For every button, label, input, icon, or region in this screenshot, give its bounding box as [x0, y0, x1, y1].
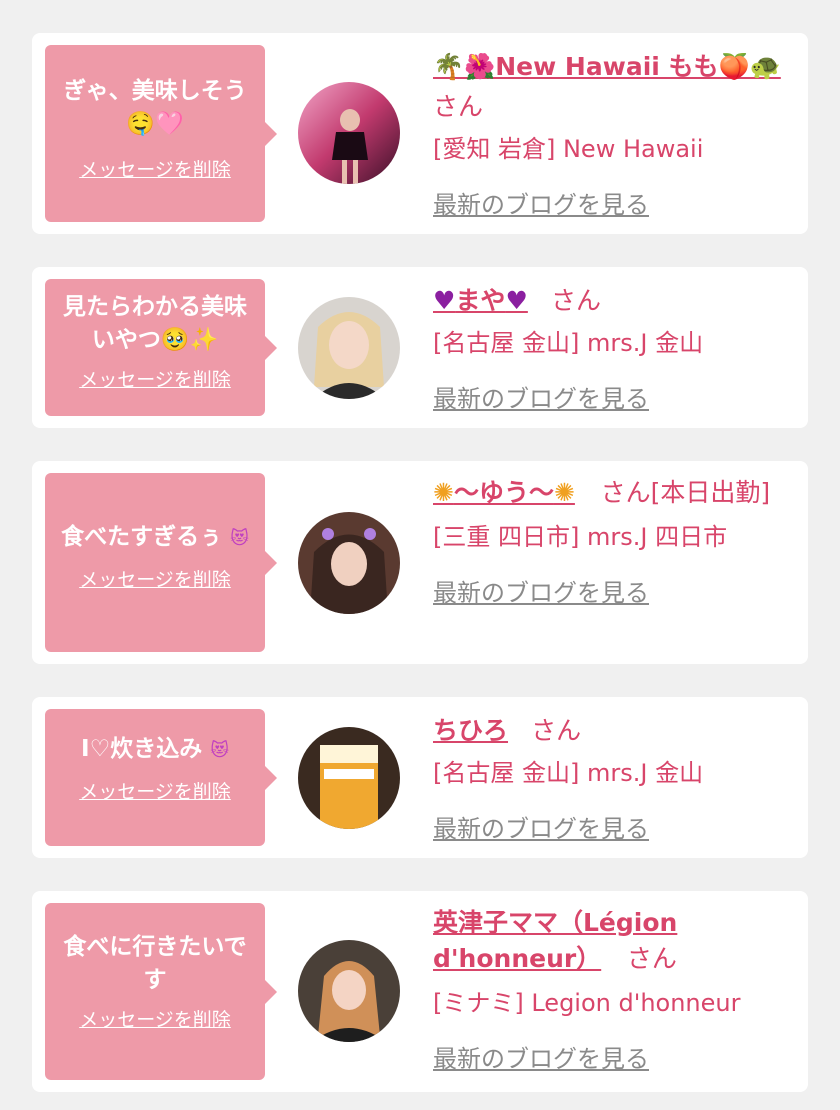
- shop-location: [三重 四日市] mrs.J 四日市: [433, 523, 728, 551]
- message-text: ぎゃ、美味しそう🤤🩷: [63, 78, 247, 137]
- honorific: さん: [626, 944, 677, 973]
- delete-message-button[interactable]: メッセージを削除: [79, 777, 231, 804]
- message-card: 食べたすぎるぅ 😻 メッセージを削除 ✺〜ゆう〜✺ さん[本日出勤] [三重 四…: [32, 461, 808, 664]
- message-bubble: ぎゃ、美味しそう🤤🩷 メッセージを削除: [45, 45, 277, 222]
- sunflower-icon: ✺: [553, 478, 575, 507]
- delete-message-button[interactable]: メッセージを削除: [79, 155, 231, 182]
- user-info: 英津子ママ（Légion d'honneur） さん [ミナミ] Legion …: [433, 905, 793, 1074]
- avatar[interactable]: [298, 940, 400, 1042]
- heart-eyes-icon: 😻: [210, 740, 229, 761]
- message-text: 食べに行きたいです: [63, 934, 247, 993]
- avatar[interactable]: [298, 297, 400, 399]
- message-text: 食べたすぎるぅ 😻: [61, 524, 249, 550]
- latest-blog-link[interactable]: 最新のブログを見る: [433, 1039, 649, 1074]
- avatar-photo-icon: [298, 940, 400, 1042]
- honorific: さん: [433, 92, 484, 121]
- delete-message-button[interactable]: メッセージを削除: [79, 365, 231, 392]
- shop-location: [名古屋 金山] mrs.J 金山: [433, 759, 704, 787]
- user-name-link[interactable]: ✺〜ゆう〜✺: [433, 478, 575, 507]
- user-name-link[interactable]: 🌴🌺New Hawaii もも🍑🐢: [433, 52, 781, 81]
- latest-blog-link[interactable]: 最新のブログを見る: [433, 573, 649, 608]
- latest-blog-link[interactable]: 最新のブログを見る: [433, 379, 649, 414]
- delete-message-button[interactable]: メッセージを削除: [79, 565, 231, 592]
- heart-icon: ♥: [505, 286, 528, 315]
- avatar-photo-icon: [298, 82, 400, 184]
- heart-eyes-icon: 😻: [230, 528, 249, 549]
- latest-blog-link[interactable]: 最新のブログを見る: [433, 809, 649, 844]
- sunflower-icon: ✺: [433, 478, 454, 507]
- message-text: 見たらわかる美味いやつ🥹✨: [63, 294, 247, 353]
- honorific: さん[本日出勤]: [600, 478, 771, 507]
- user-info: 🌴🌺New Hawaii もも🍑🐢 さん [愛知 岩倉] New Hawaii …: [433, 47, 793, 220]
- message-card: ぎゃ、美味しそう🤤🩷 メッセージを削除 🌴🌺New Hawaii もも🍑🐢 さん…: [32, 33, 808, 234]
- avatar[interactable]: [298, 512, 400, 614]
- shop-location: [ミナミ] Legion d'honneur: [433, 989, 741, 1017]
- message-bubble: 見たらわかる美味いやつ🥹✨ メッセージを削除: [45, 279, 277, 416]
- message-text: I♡炊き込み 😻: [81, 736, 229, 762]
- user-name-link[interactable]: ちひろ: [433, 716, 508, 745]
- avatar-photo-icon: [298, 727, 400, 829]
- latest-blog-link[interactable]: 最新のブログを見る: [433, 185, 649, 220]
- user-name-link[interactable]: ♥まや♥: [433, 286, 528, 315]
- message-card: 見たらわかる美味いやつ🥹✨ メッセージを削除 ♥まや♥ さん [名古屋 金山] …: [32, 267, 808, 428]
- delete-message-button[interactable]: メッセージを削除: [79, 1005, 231, 1032]
- message-bubble: 食べに行きたいです メッセージを削除: [45, 903, 277, 1080]
- avatar-photo-icon: [298, 297, 400, 399]
- user-info: ✺〜ゆう〜✺ さん[本日出勤] [三重 四日市] mrs.J 四日市 最新のブロ…: [433, 475, 793, 608]
- honorific: さん: [531, 716, 582, 745]
- avatar[interactable]: [298, 727, 400, 829]
- avatar[interactable]: [298, 82, 400, 184]
- honorific: さん: [550, 286, 601, 315]
- message-bubble: 食べたすぎるぅ 😻 メッセージを削除: [45, 473, 277, 652]
- message-list: ぎゃ、美味しそう🤤🩷 メッセージを削除 🌴🌺New Hawaii もも🍑🐢 さん…: [0, 0, 840, 1110]
- message-card: 食べに行きたいです メッセージを削除 英津子ママ（Légion d'honneu…: [32, 891, 808, 1092]
- shop-location: [名古屋 金山] mrs.J 金山: [433, 329, 704, 357]
- heart-icon: ♥: [433, 286, 456, 315]
- user-info: ♥まや♥ さん [名古屋 金山] mrs.J 金山 最新のブログを見る: [433, 281, 793, 414]
- avatar-photo-icon: [298, 512, 400, 614]
- shop-location: [愛知 岩倉] New Hawaii: [433, 135, 704, 163]
- message-card: I♡炊き込み 😻 メッセージを削除 ちひろ さん [名古屋 金山] mrs.J …: [32, 697, 808, 858]
- message-bubble: I♡炊き込み 😻 メッセージを削除: [45, 709, 277, 846]
- user-info: ちひろ さん [名古屋 金山] mrs.J 金山 最新のブログを見る: [433, 711, 793, 844]
